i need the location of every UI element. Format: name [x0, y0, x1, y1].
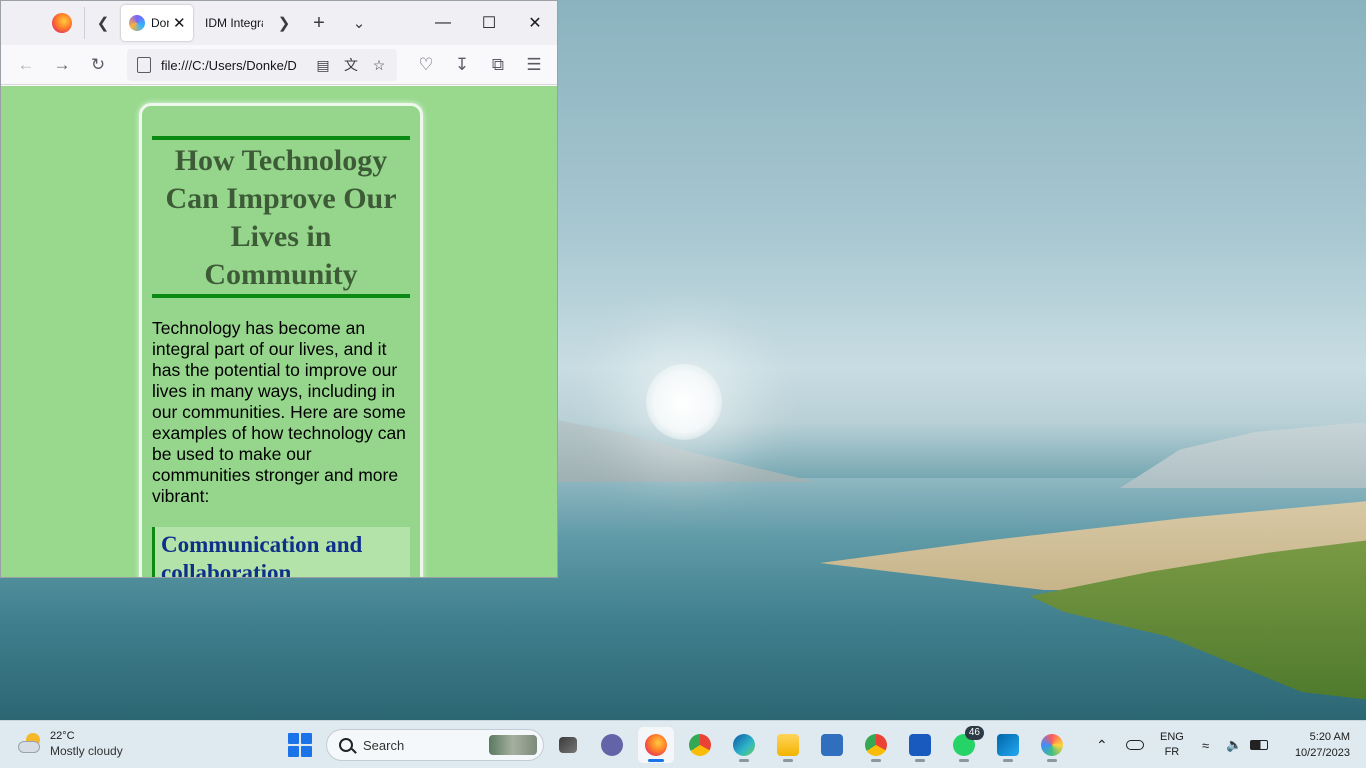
minimize-icon[interactable]: —	[431, 11, 455, 35]
weather-temp: 22°C	[50, 730, 75, 742]
tab-title: IDM Integration	[205, 16, 263, 30]
page-icon	[137, 57, 151, 73]
tab-favicon-icon	[129, 15, 145, 31]
pocket-icon[interactable]: ♡	[415, 54, 437, 76]
volume-icon[interactable]: 🔈	[1226, 721, 1242, 768]
weather-desc: Mostly cloudy	[50, 744, 123, 758]
microsoft-store-icon[interactable]	[814, 727, 850, 763]
language-indicator[interactable]: ENG FR	[1160, 721, 1184, 768]
taskbar-search[interactable]: Search	[326, 729, 544, 761]
tray-overflow-icon[interactable]: ⌃	[1096, 721, 1108, 768]
wifi-icon[interactable]: ≈	[1202, 721, 1209, 768]
taskbar: 22°C Mostly cloudy Search 46 ⌃ ENG FR ≈ …	[0, 720, 1366, 768]
task-view-icon[interactable]	[550, 727, 586, 763]
language-code: ENG	[1160, 731, 1184, 743]
reader-view-icon[interactable]: ▤	[311, 53, 335, 77]
whatsapp-icon[interactable]: 46	[946, 726, 984, 763]
whatsapp-badge: 46	[964, 726, 984, 740]
tab-scroll-right-icon[interactable]: ❯	[274, 13, 294, 33]
edge-icon[interactable]	[726, 727, 762, 763]
new-tab-icon[interactable]: +	[309, 12, 329, 34]
section-heading: Communication and collaboration	[152, 527, 410, 577]
search-icon	[339, 738, 353, 752]
arrow-right-icon[interactable]: →	[51, 54, 73, 76]
page-title: How Technology Can Improve Our Lives in …	[152, 136, 410, 298]
chrome-profile-icon[interactable]	[858, 727, 894, 763]
search-placeholder: Search	[363, 737, 405, 753]
vscode-icon[interactable]	[990, 727, 1026, 763]
windows-start-icon[interactable]	[288, 733, 312, 757]
close-tab-icon[interactable]: ✕	[173, 14, 186, 32]
close-window-icon[interactable]: ✕	[523, 11, 547, 35]
maximize-icon[interactable]: ☐	[477, 11, 501, 35]
tab-title: Donke	[151, 16, 169, 30]
keyboard-layout: FR	[1164, 746, 1180, 758]
firefox-view-icon[interactable]	[52, 13, 72, 33]
firefox-taskbar-icon[interactable]	[638, 727, 674, 763]
clock-date: 10/27/2023	[1294, 747, 1350, 759]
hamburger-menu-icon[interactable]: ☰	[523, 54, 545, 76]
reload-icon[interactable]: ↻	[87, 54, 109, 76]
intro-paragraph: Technology has become an integral part o…	[152, 318, 406, 506]
tab-idm[interactable]: IDM Integration	[197, 5, 267, 41]
star-icon[interactable]: ☆	[367, 53, 391, 77]
battery-icon[interactable]	[1250, 721, 1268, 768]
url-bar[interactable]: file:///C:/Users/Donke/D ▤ 文 ☆	[127, 49, 397, 81]
arrow-left-icon[interactable]: ←	[15, 54, 37, 76]
tab-separator	[84, 7, 85, 39]
url-text[interactable]: file:///C:/Users/Donke/D	[161, 58, 307, 73]
onedrive-icon[interactable]	[1126, 721, 1144, 768]
chrome-icon[interactable]	[682, 727, 718, 763]
sun	[646, 364, 722, 440]
paint-icon[interactable]	[1034, 727, 1070, 763]
hill-right	[1120, 418, 1366, 488]
clock-time: 5:20 AM	[1309, 731, 1350, 743]
puzzle-icon[interactable]: ⧉	[487, 54, 509, 76]
teams-chat-icon[interactable]	[594, 727, 630, 763]
word-icon[interactable]	[902, 727, 938, 763]
file-explorer-icon[interactable]	[770, 727, 806, 763]
search-highlight-image	[489, 735, 537, 755]
article-card: How Technology Can Improve Our Lives in …	[139, 103, 423, 577]
page-viewport: How Technology Can Improve Our Lives in …	[1, 86, 557, 577]
weather-widget[interactable]: 22°C Mostly cloudy	[16, 729, 123, 759]
translate-icon[interactable]: 文	[339, 53, 363, 77]
tab-scroll-left-icon[interactable]: ❮	[93, 13, 113, 33]
list-tabs-icon[interactable]: ⌄	[349, 13, 369, 33]
partly-cloudy-icon	[16, 733, 42, 755]
nav-bar: ← → ↻ file:///C:/Users/Donke/D ▤ 文 ☆ ♡ ↧…	[1, 45, 557, 85]
download-icon[interactable]: ↧	[451, 54, 473, 76]
browser-window: ❮ Donke ✕ IDM Integration ❯ + ⌄ — ☐ ✕ ← …	[0, 0, 558, 578]
tab-bar: ❮ Donke ✕ IDM Integration ❯ + ⌄ — ☐ ✕	[1, 1, 557, 45]
tab-active[interactable]: Donke ✕	[121, 5, 193, 41]
system-clock[interactable]: 5:20 AM 10/27/2023	[1280, 729, 1350, 761]
